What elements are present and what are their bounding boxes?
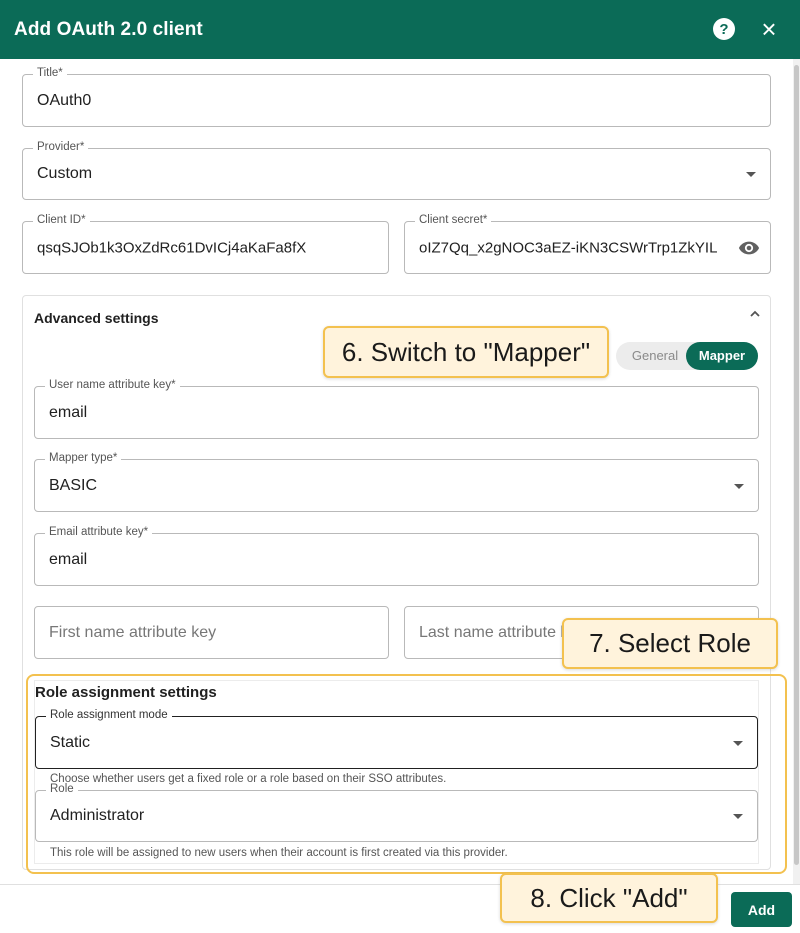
chevron-up-icon[interactable]	[749, 308, 761, 320]
title-input[interactable]: Title* OAuth0	[22, 67, 771, 127]
annotation-step-6-text: 6. Switch to "Mapper"	[341, 336, 591, 367]
general-mapper-toggle[interactable]: General Mapper	[616, 342, 758, 370]
mapper-type-label: Mapper type*	[45, 452, 122, 464]
scrollbar-thumb[interactable]	[794, 65, 799, 865]
caret-down-icon	[734, 483, 744, 489]
mapper-type-select[interactable]: Mapper type* BASIC	[34, 452, 759, 512]
close-icon[interactable]: ×	[758, 16, 780, 42]
caret-down-icon	[746, 172, 756, 177]
toggle-general[interactable]: General	[622, 342, 688, 370]
add-button-label: Add	[747, 901, 776, 918]
close-glyph: ×	[761, 14, 777, 44]
client-id-input[interactable]: Client ID* qsqSJOb1k3OxZdRc61DvICj4aKaFa…	[22, 214, 389, 274]
first-name-attribute-key-placeholder: First name attribute key	[49, 623, 217, 641]
help-circle-icon[interactable]: ?	[713, 18, 735, 40]
client-id-label: Client ID*	[33, 214, 90, 226]
annotation-step-6: 6. Switch to "Mapper"	[323, 326, 609, 378]
first-name-attribute-key-input[interactable]: First name attribute key	[34, 606, 389, 659]
advanced-settings-title: Advanced settings	[34, 310, 159, 326]
mapper-type-value: BASIC	[49, 476, 98, 494]
client-secret-input[interactable]: Client secret* oIZ7Qq_x2gNOC3aEZ-iKN3CSW…	[404, 214, 771, 274]
last-name-attribute-key-placeholder: Last name attribute key	[419, 623, 586, 641]
user-name-attribute-key-value: email	[49, 403, 88, 421]
provider-select[interactable]: Provider* Custom	[22, 141, 771, 200]
toggle-mapper[interactable]: Mapper	[686, 342, 758, 370]
annotation-step-7-text: 7. Select Role	[589, 628, 751, 658]
email-attribute-key-input[interactable]: Email attribute key* email	[34, 526, 759, 586]
provider-value: Custom	[37, 165, 93, 182]
annotation-step-8: 8. Click "Add"	[500, 873, 718, 923]
client-secret-label: Client secret*	[415, 214, 492, 226]
eye-icon[interactable]	[738, 237, 760, 259]
scrollbar[interactable]	[793, 59, 800, 884]
add-button[interactable]: Add	[731, 892, 792, 927]
client-id-value: qsqSJOb1k3OxZdRc61DvICj4aKaFa8fX	[37, 239, 307, 256]
email-attribute-key-label: Email attribute key*	[45, 526, 153, 538]
help-glyph: ?	[719, 20, 729, 38]
title-label: Title*	[33, 67, 67, 79]
client-secret-value: oIZ7Qq_x2gNOC3aEZ-iKN3CSWrTrp1ZkYIL	[419, 239, 718, 256]
email-attribute-key-value: email	[49, 550, 88, 568]
provider-label: Provider*	[33, 141, 89, 153]
user-name-attribute-key-input[interactable]: User name attribute key* email	[34, 379, 759, 439]
role-highlight-box	[26, 674, 787, 874]
annotation-step-8-text: 8. Click "Add"	[530, 882, 688, 913]
user-name-attribute-key-label: User name attribute key*	[45, 379, 180, 391]
annotation-step-7: 7. Select Role	[562, 618, 778, 669]
title-value: OAuth0	[37, 91, 92, 109]
dialog-header: Add OAuth 2.0 client	[0, 0, 800, 59]
dialog-title: Add OAuth 2.0 client	[14, 18, 203, 40]
